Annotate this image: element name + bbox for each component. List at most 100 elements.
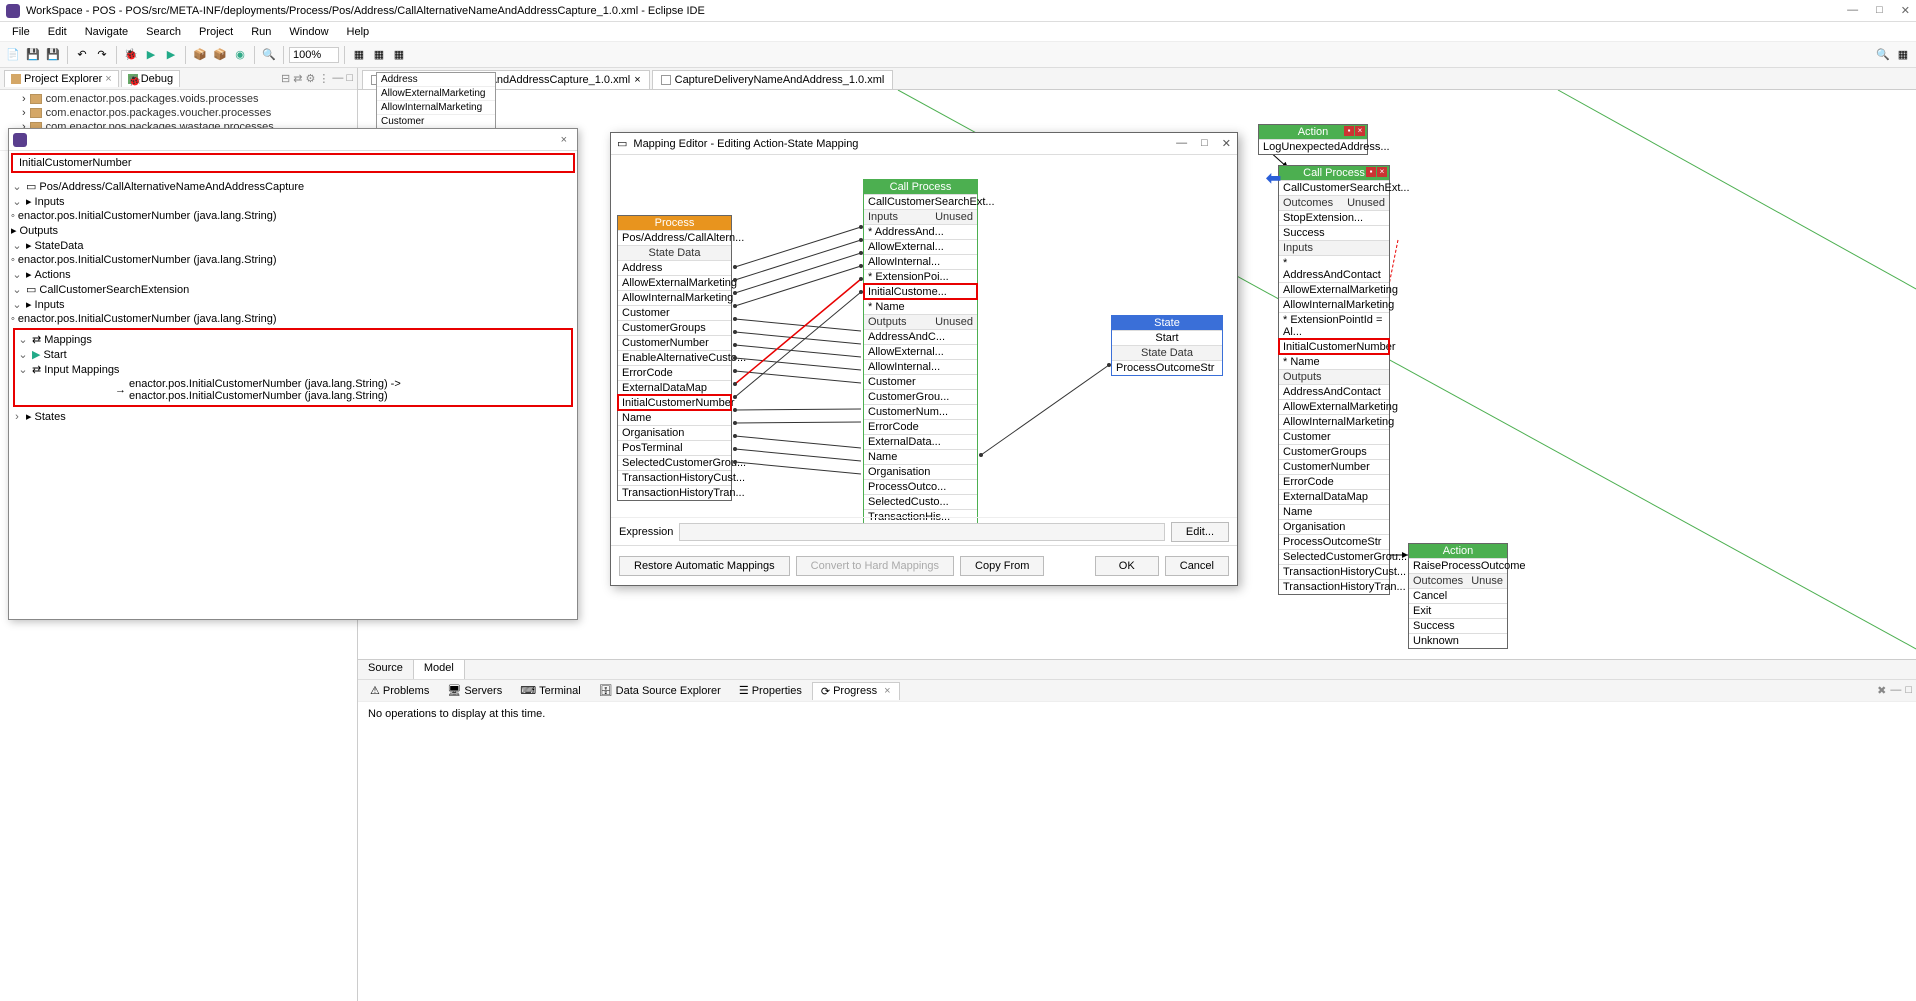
state-data-row[interactable]: AllowExternalMarketing [618, 275, 731, 290]
outline-input-mappings[interactable]: Input Mappings [44, 364, 119, 376]
perspective-button[interactable]: ▦ [1894, 46, 1912, 64]
state-data-row[interactable]: Address [618, 260, 731, 275]
output-row[interactable]: ProcessOutcomeStr [1279, 534, 1389, 549]
output-row[interactable]: ProcessOutco... [864, 479, 977, 494]
node-pin-icon[interactable]: ▪ [1344, 126, 1354, 136]
input-row[interactable]: AllowInternal... [864, 254, 977, 269]
minimize-view-icon[interactable]: — [332, 72, 343, 85]
properties-tab[interactable]: ☰Properties [731, 682, 810, 699]
state-data-row[interactable]: TransactionHistoryCust... [618, 470, 731, 485]
state-data-row[interactable]: SelectedCustomerGrou... [618, 455, 731, 470]
call-process-node[interactable]: Call Process CallCustomerSearchExt... In… [863, 179, 978, 540]
debug-button[interactable]: 🐞 [122, 46, 140, 64]
data-source-tab[interactable]: 🗄Data Source Explorer [591, 682, 729, 699]
output-row[interactable]: Organisation [1279, 519, 1389, 534]
state-data-row[interactable]: Organisation [618, 425, 731, 440]
output-row[interactable]: Customer [864, 374, 977, 389]
output-row[interactable]: AllowExternalMarketing [1279, 399, 1389, 414]
output-row[interactable]: CustomerGrou... [864, 389, 977, 404]
new-button[interactable]: 📄 [4, 46, 22, 64]
state-data-row[interactable]: EnableAlternativeCusto... [618, 350, 731, 365]
state-data-row[interactable]: CustomerNumber [618, 335, 731, 350]
output-row[interactable]: ExternalDataMap [1279, 489, 1389, 504]
outline-tree[interactable]: ⌄▭Pos/Address/CallAlternativeNameAndAddr… [9, 175, 577, 615]
output-row[interactable]: TransactionHistoryCust... [1279, 564, 1389, 579]
zoom-input[interactable] [289, 47, 339, 63]
menu-help[interactable]: Help [339, 24, 378, 40]
close-tab-icon[interactable]: × [884, 685, 890, 697]
output-row[interactable]: AddressAndC... [864, 329, 977, 344]
outline-input-item[interactable]: enactor.pos.InitialCustomerNumber (java.… [18, 210, 277, 222]
output-row[interactable]: CustomerGroups [1279, 444, 1389, 459]
output-row[interactable]: AddressAndContact [1279, 384, 1389, 399]
editor-tab-2[interactable]: CaptureDeliveryNameAndAddress_1.0.xml [652, 70, 894, 89]
output-row[interactable]: Organisation [864, 464, 977, 479]
output-row[interactable]: CustomerNumber [1279, 459, 1389, 474]
output-row[interactable]: CustomerNum... [864, 404, 977, 419]
maximize-view-icon[interactable]: □ [346, 72, 353, 85]
redo-button[interactable]: ↷ [93, 46, 111, 64]
clear-icon[interactable]: ✖ [1877, 684, 1886, 697]
progress-tab[interactable]: ⟳Progress× [812, 682, 900, 700]
action-node-log[interactable]: Action ▪× LogUnexpectedAddress... [1258, 124, 1368, 155]
output-row[interactable]: AllowExternal... [864, 344, 977, 359]
outline-outputs[interactable]: Outputs [20, 225, 59, 237]
align-right-button[interactable]: ▦ [390, 46, 408, 64]
ok-button[interactable]: OK [1095, 556, 1159, 576]
state-data-row[interactable]: AllowInternalMarketing [618, 290, 731, 305]
expression-input[interactable] [679, 523, 1164, 541]
align-left-button[interactable]: ▦ [350, 46, 368, 64]
state-data-row[interactable]: Name [618, 410, 731, 425]
link-editor-icon[interactable]: ⇄ [293, 72, 302, 85]
outline-inputs[interactable]: Inputs [35, 196, 65, 208]
outline-mapping-item[interactable]: enactor.pos.InitialCustomerNumber (java.… [129, 378, 569, 402]
output-row[interactable]: ErrorCode [864, 419, 977, 434]
outline-search-input[interactable]: InitialCustomerNumber [11, 153, 575, 173]
package-row[interactable]: ›com.enactor.pos.packages.voids.processe… [0, 92, 357, 106]
collapse-all-icon[interactable]: ⊟ [281, 72, 290, 85]
outline-states[interactable]: States [35, 411, 66, 423]
outline-start[interactable]: Start [43, 349, 66, 361]
menu-run[interactable]: Run [243, 24, 279, 40]
run-last-button[interactable]: ▶ [162, 46, 180, 64]
convert-mappings-button[interactable]: Convert to Hard Mappings [796, 556, 954, 576]
new-project-button[interactable]: 📦 [191, 46, 209, 64]
outline-statedata[interactable]: StateData [35, 240, 84, 252]
copy-from-button[interactable]: Copy From [960, 556, 1044, 576]
dialog-maximize-button[interactable]: □ [1201, 137, 1208, 150]
input-row[interactable]: AllowInternalMarketing [1279, 297, 1389, 312]
cancel-button[interactable]: Cancel [1165, 556, 1229, 576]
package-row[interactable]: ›com.enactor.pos.packages.voucher.proces… [0, 106, 357, 120]
input-row[interactable]: AllowExternalMarketing [1279, 282, 1389, 297]
menu-file[interactable]: File [4, 24, 38, 40]
run-button[interactable]: ▶ [142, 46, 160, 64]
model-tab[interactable]: Model [414, 660, 465, 679]
window-close-button[interactable]: ✕ [1901, 4, 1910, 17]
state-data-row[interactable]: ExternalDataMap [618, 380, 731, 395]
quick-access-button[interactable]: 🔍 [1874, 46, 1892, 64]
edit-expression-button[interactable]: Edit... [1171, 522, 1229, 542]
outline-action[interactable]: CallCustomerSearchExtension [39, 284, 189, 296]
state-data-row[interactable]: PosTerminal [618, 440, 731, 455]
node-close-icon[interactable]: × [1377, 167, 1387, 177]
node-close-icon[interactable]: × [1355, 126, 1365, 136]
terminal-tab[interactable]: ⌨Terminal [512, 682, 588, 699]
state-node[interactable]: State Start State Data ProcessOutcomeStr [1111, 315, 1223, 376]
output-row[interactable]: Name [1279, 504, 1389, 519]
servers-tab[interactable]: 🖥Servers [439, 682, 510, 699]
output-row[interactable]: ExternalData... [864, 434, 977, 449]
restore-mappings-button[interactable]: Restore Automatic Mappings [619, 556, 790, 576]
save-button[interactable]: 💾 [24, 46, 42, 64]
align-center-button[interactable]: ▦ [370, 46, 388, 64]
state-data-row[interactable]: TransactionHistoryTran... [618, 485, 731, 500]
new-class-button[interactable]: ◉ [231, 46, 249, 64]
view-menu-icon[interactable]: ⋮ [318, 72, 329, 85]
output-row[interactable]: SelectedCustomerGrou... [1279, 549, 1389, 564]
action-node-raise[interactable]: Action RaiseProcessOutcome OutcomesUnuse… [1408, 543, 1508, 649]
input-row[interactable]: * Name [864, 299, 977, 314]
maximize-icon[interactable]: □ [1905, 684, 1912, 697]
save-all-button[interactable]: 💾 [44, 46, 62, 64]
input-row[interactable]: * ExtensionPoi... [864, 269, 977, 284]
menu-navigate[interactable]: Navigate [77, 24, 136, 40]
outline-sd-item[interactable]: enactor.pos.InitialCustomerNumber (java.… [18, 254, 277, 266]
